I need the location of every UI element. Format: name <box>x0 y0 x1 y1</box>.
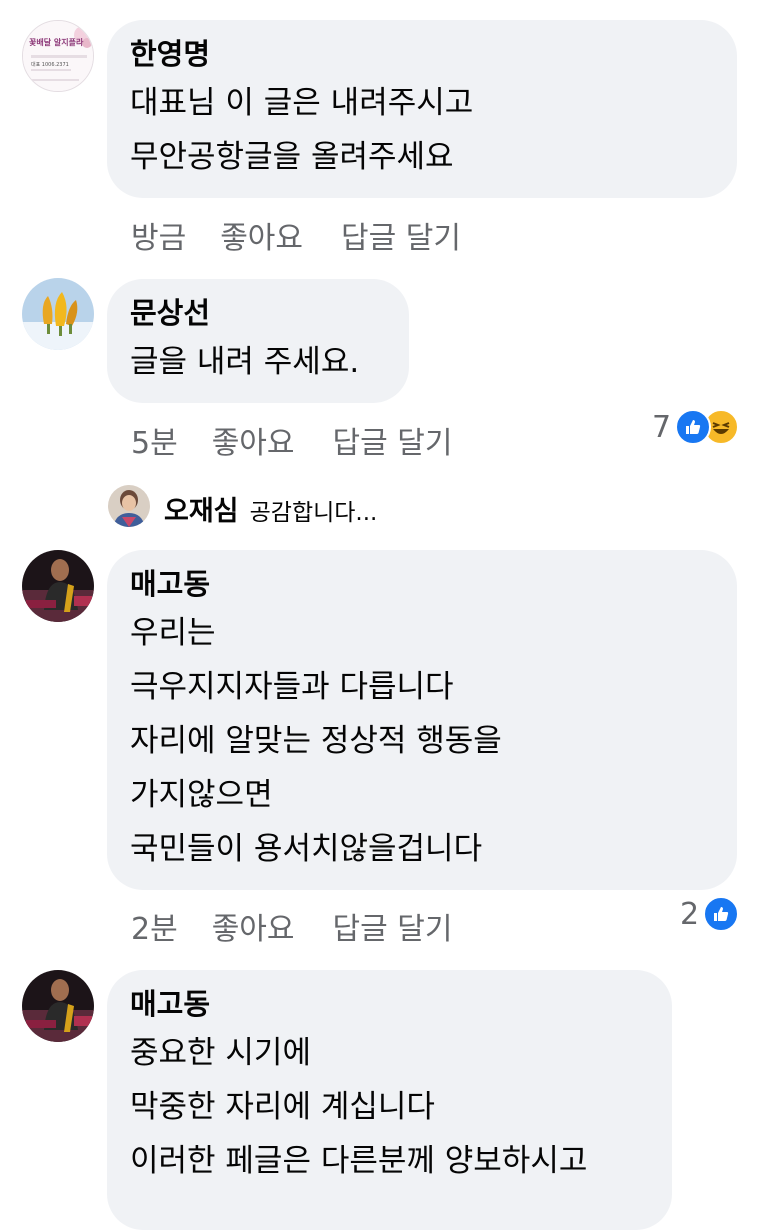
avatar[interactable] <box>22 550 94 622</box>
avatar[interactable] <box>22 278 94 350</box>
comment-bubble: 매고동 우리는 극우지지자들과 다릅니다 자리에 알맞는 정상적 행동을 가지않… <box>107 550 737 890</box>
comment-bubble: 매고동 중요한 시기에 막중한 자리에 계십니다 이러한 페글은 다른분께 양보… <box>107 970 672 1230</box>
comment-text-line: 중요한 시기에 <box>130 1035 311 1071</box>
like-icon <box>675 409 712 445</box>
comment-author[interactable]: 한영명 <box>130 34 713 74</box>
reply-button[interactable]: 답글 달기 <box>333 904 453 948</box>
comment-actions: 방금 좋아요 답글 달기 <box>131 213 461 257</box>
comment-author[interactable]: 문상선 <box>130 293 387 333</box>
avatar-logo-title: 꽃배달 알지플라 <box>29 38 84 47</box>
like-button[interactable]: 좋아요 <box>212 904 295 948</box>
comment-bubble: 한영명 대표님 이 글은 내려주시고 무안공항글을 올려주세요 <box>107 20 737 198</box>
comment-text-line: 국민들이 용서치않을겁니다 <box>130 831 483 867</box>
comment-text-line: 막중한 자리에 계십니다 <box>130 1089 435 1125</box>
comment-bubble: 문상선 글을 내려 주세요. <box>107 279 409 403</box>
reaction-summary[interactable]: 2 <box>680 896 740 932</box>
comment-text-line: 무안공항글을 올려주세요 <box>130 139 454 175</box>
reply-author[interactable]: 오재심 <box>164 496 239 527</box>
reply-button[interactable]: 답글 달기 <box>341 213 461 257</box>
avatar-logo-phone: 대표 1006.2371 <box>31 62 69 68</box>
comment-time[interactable]: 방금 <box>131 213 186 257</box>
reaction-count: 7 <box>652 409 672 445</box>
comment-time[interactable]: 2분 <box>131 904 178 948</box>
comment-actions: 5분 좋아요 답글 달기 <box>131 418 452 462</box>
flower-shop-logo-icon <box>23 21 93 91</box>
like-icon <box>703 896 740 932</box>
avatar[interactable]: 꽃배달 알지플라 대표 1006.2371 <box>22 20 94 92</box>
comment-text-line: 대표님 이 글은 내려주시고 <box>130 85 474 121</box>
comment-text-line: 이러한 페글은 다른분께 양보하시고 <box>130 1143 588 1179</box>
reaction-count: 2 <box>680 896 700 932</box>
reply-text: 공감합니다... <box>249 500 378 526</box>
comment-text-line: 자리에 알맞는 정상적 행동을 <box>130 723 502 759</box>
reply-button[interactable]: 답글 달기 <box>333 418 453 462</box>
comment-actions: 2분 좋아요 답글 달기 <box>131 904 452 948</box>
comment-time[interactable]: 5분 <box>131 418 178 462</box>
person-photo-icon <box>108 485 150 527</box>
reply-preview[interactable]: 오재심 공감합니다... <box>164 489 377 528</box>
comment-author[interactable]: 매고동 <box>130 564 713 604</box>
comment-author[interactable]: 매고동 <box>130 984 650 1024</box>
comment-text-line: 가지않으면 <box>130 777 273 813</box>
comment-text-line: 극우지지자들과 다릅니다 <box>130 669 454 705</box>
comment-text-line: 글을 내려 주세요. <box>130 344 360 380</box>
person-photo-icon <box>22 970 94 1042</box>
reaction-summary[interactable]: 7 <box>652 409 740 445</box>
person-photo-icon <box>22 550 94 622</box>
comment-text-line: 우리는 <box>130 615 216 651</box>
like-button[interactable]: 좋아요 <box>212 418 295 462</box>
crocus-flower-icon <box>22 278 94 350</box>
avatar[interactable] <box>108 485 150 527</box>
avatar[interactable] <box>22 970 94 1042</box>
like-button[interactable]: 좋아요 <box>220 213 303 257</box>
